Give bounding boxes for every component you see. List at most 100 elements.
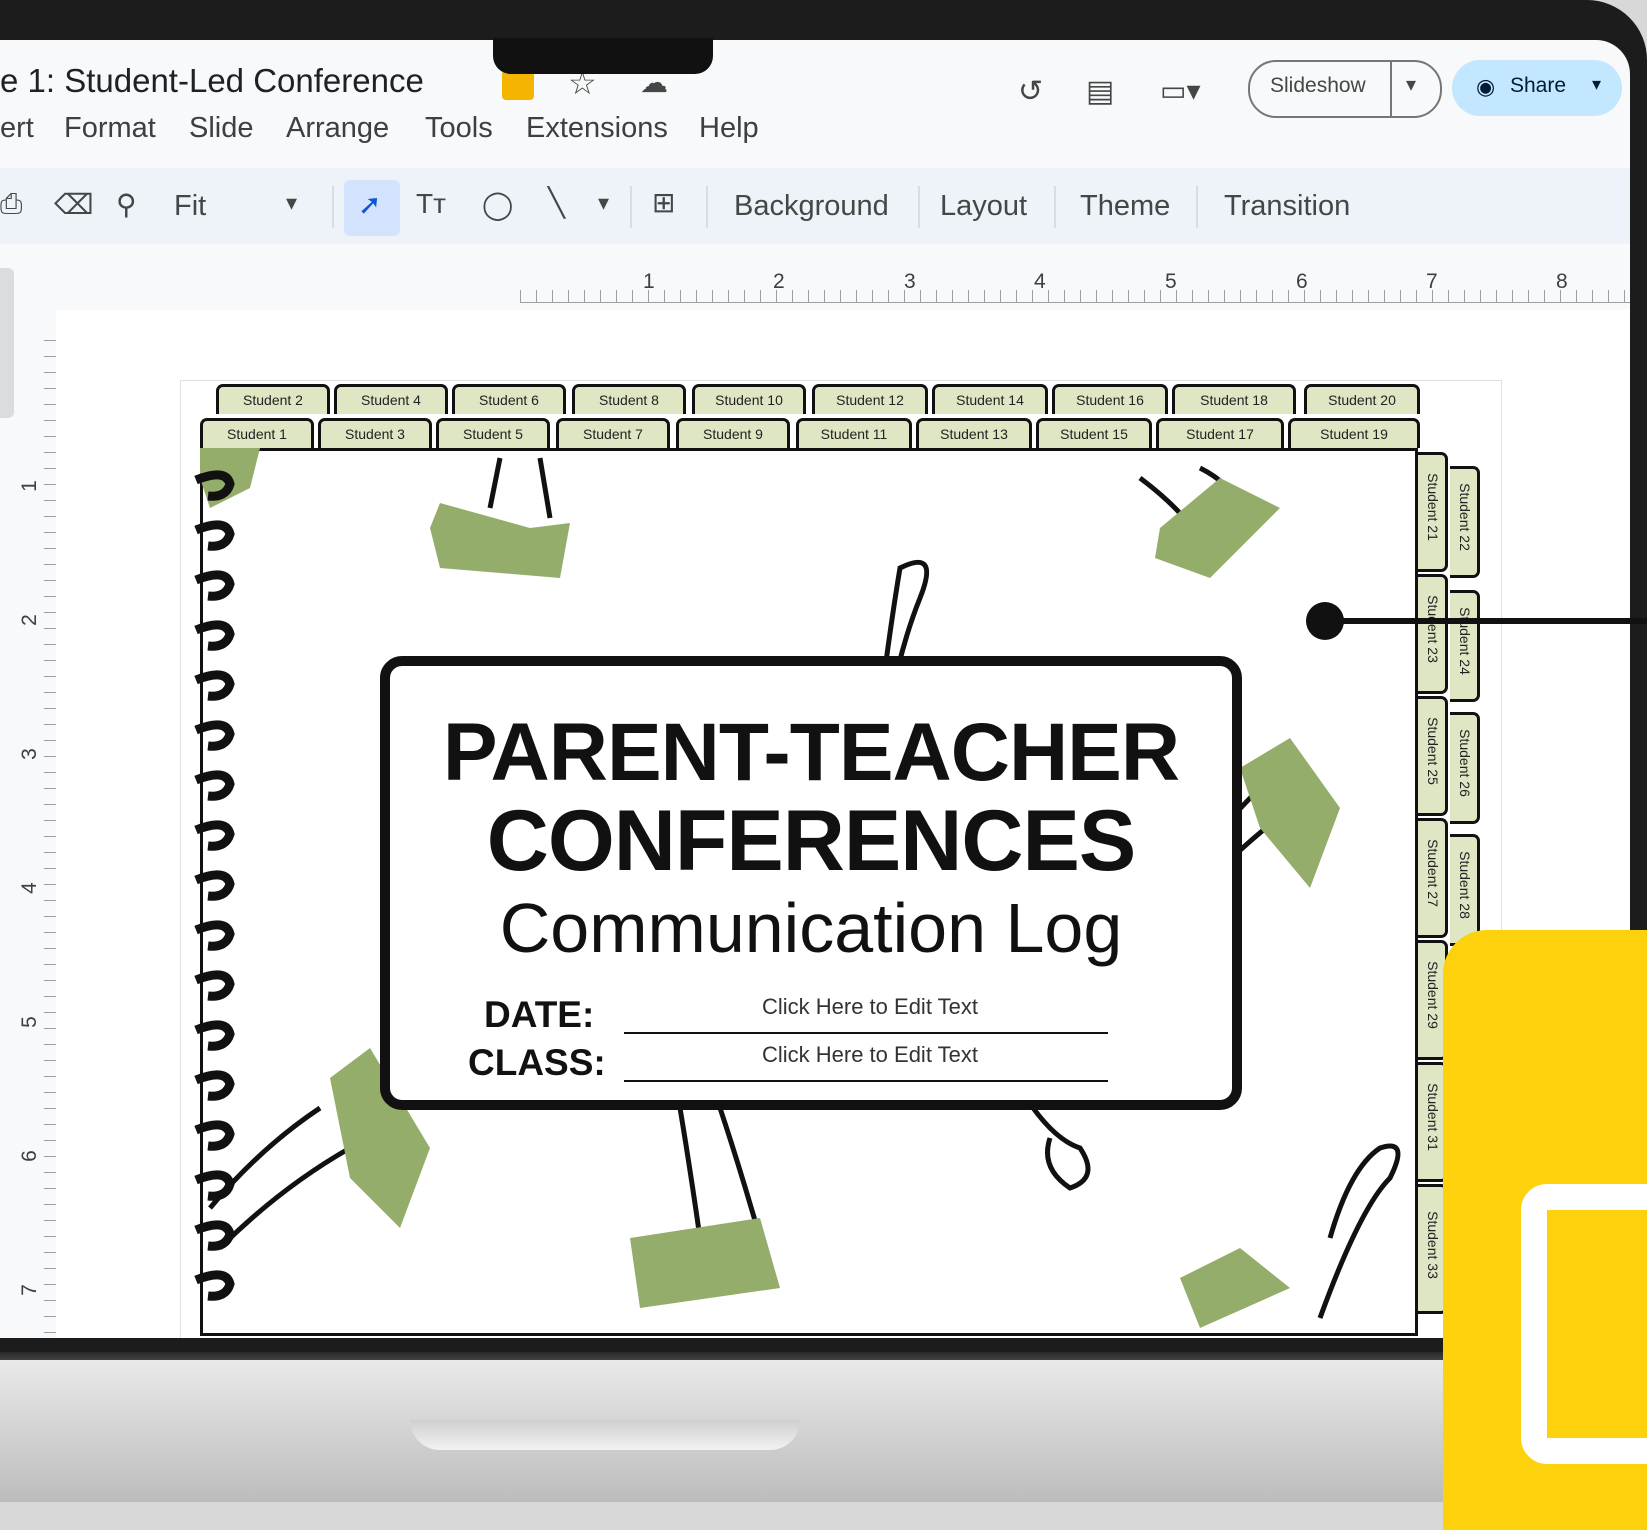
line-dropdown-icon[interactable]: ▾ [598, 190, 609, 216]
student-tab[interactable]: Student 10 [692, 384, 806, 414]
student-tab[interactable]: Student 11 [796, 418, 912, 448]
slides-badge-icon [502, 70, 534, 100]
laptop-lip-cutout [410, 1420, 800, 1450]
ruler-tick-label: 6 [1296, 270, 1308, 293]
student-tab[interactable]: Student 28 [1450, 834, 1480, 946]
cursor-icon: ➚ [358, 189, 382, 220]
divider [706, 186, 708, 228]
menu-extensions[interactable]: Extensions [526, 112, 668, 145]
ruler-tick-label: 2 [17, 614, 41, 626]
student-tab-label: Student 28 [1457, 851, 1473, 919]
slides-logo-icon [1521, 1184, 1647, 1464]
share-button-group: ◉ Share ▾ [1452, 60, 1622, 116]
student-tab[interactable]: Student 14 [932, 384, 1048, 414]
divider [1054, 186, 1056, 228]
ruler-tick-label: 7 [17, 1284, 41, 1296]
document-title[interactable]: e 1: Student-Led Conference [0, 62, 424, 100]
student-tab[interactable]: Student 26 [1450, 712, 1480, 824]
ruler-tick-label: 3 [17, 748, 41, 760]
student-tab[interactable]: Student 6 [452, 384, 566, 414]
student-tab-label: Student 33 [1425, 1211, 1441, 1279]
student-tab[interactable]: Student 23 [1418, 574, 1448, 694]
student-tab[interactable]: Student 7 [556, 418, 670, 448]
comments-icon[interactable]: ▤ [1086, 74, 1114, 109]
student-tab[interactable]: Student 24 [1450, 590, 1480, 702]
student-tab[interactable]: Student 3 [318, 418, 432, 448]
student-tab[interactable]: Student 17 [1156, 418, 1284, 448]
theme-button[interactable]: Theme [1080, 190, 1170, 223]
zoom-select[interactable]: Fit [174, 190, 206, 223]
student-tab[interactable]: Student 16 [1052, 384, 1168, 414]
menu-tools[interactable]: Tools [425, 112, 493, 145]
title-card[interactable]: PARENT-TEACHER CONFERENCES Communication… [380, 656, 1242, 1110]
ruler-tick-label: 4 [1034, 270, 1046, 293]
share-dropdown-icon[interactable]: ▾ [1592, 74, 1601, 95]
background-button[interactable]: Background [734, 190, 889, 223]
student-tab[interactable]: Student 1 [200, 418, 314, 448]
student-tab[interactable]: Student 5 [436, 418, 550, 448]
student-tab[interactable]: Student 25 [1418, 696, 1448, 816]
menu-slide[interactable]: Slide [189, 112, 254, 145]
menu-arrange[interactable]: Arrange [286, 112, 389, 145]
shape-icon[interactable]: ◯ [482, 188, 513, 221]
horizontal-ruler[interactable] [520, 290, 1630, 303]
class-label: CLASS: [468, 1042, 606, 1083]
ruler-tick-label: 8 [1556, 270, 1568, 293]
student-tab-label: Student 31 [1425, 1083, 1441, 1151]
ruler-tick-label: 4 [17, 882, 41, 894]
divider [918, 186, 920, 228]
select-tool[interactable]: ➚ [344, 180, 400, 236]
student-tab[interactable]: Student 20 [1304, 384, 1420, 414]
ruler-tick-label: 7 [1426, 270, 1438, 293]
transition-button[interactable]: Transition [1224, 190, 1350, 223]
slideshow-dropdown-icon[interactable]: ▾ [1406, 72, 1416, 97]
camera-notch [493, 38, 713, 74]
print-icon[interactable]: ⎙ [0, 188, 22, 221]
student-tab[interactable]: Student 15 [1036, 418, 1152, 448]
slideshow-button[interactable]: Slideshow [1270, 74, 1366, 98]
menu-insert[interactable]: ert [0, 112, 34, 145]
student-tab[interactable]: Student 4 [334, 384, 448, 414]
student-tab-label: Student 21 [1425, 473, 1441, 541]
divider [1196, 186, 1198, 228]
zoom-icon[interactable]: ⚲ [116, 188, 137, 221]
globe-icon: ◉ [1476, 74, 1496, 99]
divider [1390, 62, 1392, 116]
version-history-icon[interactable]: ↺ [1018, 74, 1043, 109]
menu-help[interactable]: Help [699, 112, 759, 145]
date-field[interactable]: Click Here to Edit Text [630, 994, 1110, 1020]
meet-icon[interactable]: ▭▾ [1160, 74, 1201, 107]
class-underline [624, 1080, 1108, 1082]
zoom-dropdown-icon[interactable]: ▾ [286, 190, 297, 216]
class-field[interactable]: Click Here to Edit Text [630, 1042, 1110, 1068]
text-box-icon[interactable]: Tт [416, 188, 446, 220]
line-icon[interactable]: ╲ [548, 186, 565, 219]
slideshow-button-group: Slideshow ▾ [1248, 60, 1442, 118]
student-tab-label: Student 26 [1457, 729, 1473, 797]
student-tab[interactable]: Student 18 [1172, 384, 1296, 414]
student-tab[interactable]: Student 13 [916, 418, 1032, 448]
ruler-tick-label: 2 [773, 270, 785, 293]
ruler-tick-label: 5 [17, 1016, 41, 1028]
student-tab[interactable]: Student 12 [812, 384, 928, 414]
ruler-tick-label: 1 [643, 270, 655, 293]
layout-button[interactable]: Layout [940, 190, 1027, 223]
student-tab[interactable]: Student 22 [1450, 466, 1480, 578]
filmstrip-scrollbar[interactable] [0, 268, 14, 418]
student-tab[interactable]: Student 2 [216, 384, 330, 414]
student-tab-label: Student 24 [1457, 607, 1473, 675]
paint-format-icon[interactable]: ⌫ [54, 188, 94, 221]
subheading-communication-log: Communication Log [499, 889, 1123, 967]
student-tab[interactable]: Student 19 [1288, 418, 1420, 448]
heading-conferences: CONFERENCES [486, 793, 1136, 889]
student-tab[interactable]: Student 21 [1418, 452, 1448, 572]
student-tab[interactable]: Student 27 [1418, 818, 1448, 938]
student-tab-label: Student 23 [1425, 595, 1441, 663]
student-tab[interactable]: Student 8 [572, 384, 686, 414]
share-button[interactable]: Share [1510, 74, 1566, 98]
new-comment-icon[interactable]: ⊞ [652, 186, 675, 219]
menu-format[interactable]: Format [64, 112, 156, 145]
student-tab-label: Student 22 [1457, 483, 1473, 551]
ruler-tick-label: 1 [17, 480, 41, 492]
student-tab[interactable]: Student 9 [676, 418, 790, 448]
